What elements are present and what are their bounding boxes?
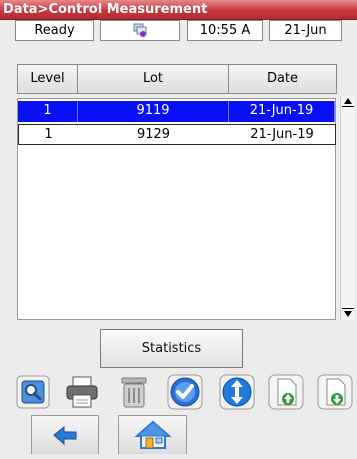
window-title: Data>Control Measurement [0, 0, 357, 20]
statistics-button[interactable]: Statistics [100, 329, 243, 368]
table-row[interactable]: 1 9119 21-Jun-19 [18, 101, 337, 122]
column-header-level[interactable]: Level [17, 64, 78, 94]
upload-file-icon[interactable] [268, 374, 304, 410]
scroll-down-icon[interactable] [344, 311, 352, 317]
home-button[interactable] [118, 415, 187, 454]
scroll-up-icon[interactable] [344, 98, 352, 104]
scroll-track-bottom [342, 308, 354, 309]
cell-date: 21-Jun-19 [229, 124, 336, 145]
column-header-lot[interactable]: Lot [77, 64, 229, 94]
cell-lot: 9119 [78, 101, 229, 122]
cell-level: 1 [18, 101, 78, 122]
network-status-icon [100, 20, 180, 41]
status-text: Ready [15, 20, 94, 41]
measurement-table: 1 9119 21-Jun-19 1 9129 21-Jun-19 [17, 98, 336, 320]
back-button[interactable] [31, 415, 99, 454]
trash-icon[interactable] [116, 374, 152, 410]
status-date: 21-Jun [269, 20, 342, 41]
download-file-icon[interactable] [317, 374, 353, 410]
cell-lot: 9129 [78, 124, 230, 145]
home-icon [134, 420, 172, 449]
cell-date: 21-Jun-19 [229, 101, 335, 122]
table-row[interactable]: 1 9129 21-Jun-19 [18, 124, 337, 145]
up-down-icon[interactable] [219, 374, 255, 410]
scroll-track-top [342, 106, 354, 107]
print-icon[interactable] [64, 374, 100, 410]
vertical-scrollbar[interactable] [340, 96, 354, 320]
column-header-date[interactable]: Date [228, 64, 337, 94]
search-icon[interactable] [15, 374, 51, 410]
back-arrow-icon [53, 425, 77, 446]
status-time: 10:55 A [187, 20, 263, 41]
checkmark-icon[interactable] [167, 374, 203, 410]
cell-level: 1 [18, 124, 79, 145]
